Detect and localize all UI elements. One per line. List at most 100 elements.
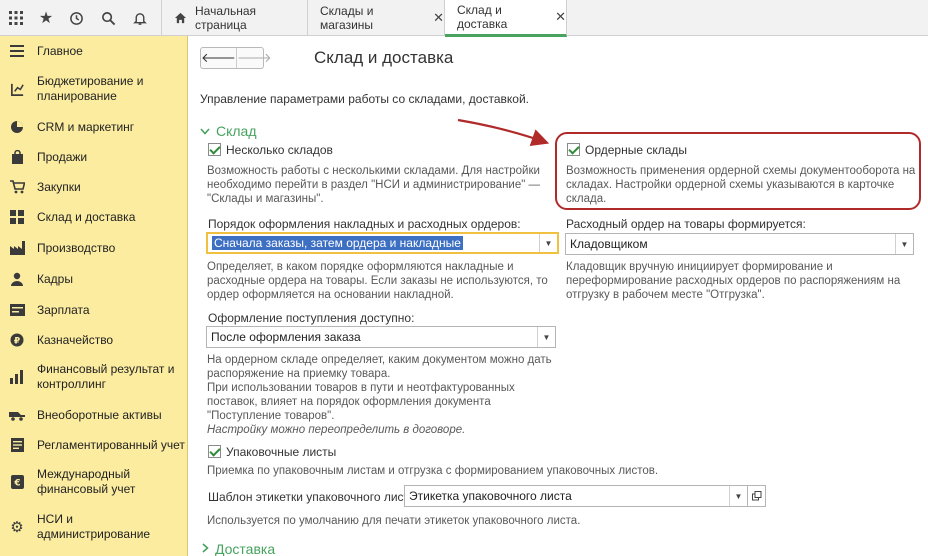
expense-order-hint: Кладовщик вручную инициирует формировани… [566, 261, 901, 301]
factory-icon [9, 240, 25, 256]
packing-lists-hint: Приемка по упаковочным листам и отгрузка… [207, 465, 659, 477]
sidebar-item-label: Производство [37, 240, 116, 255]
svg-text:€: € [13, 479, 20, 489]
tab-label: Склад и доставка [457, 3, 508, 31]
close-icon[interactable]: ✕ [555, 9, 566, 25]
sidebar: Главное Бюджетирование и планирование CR… [0, 36, 188, 556]
sidebar-item-regulated-accounting[interactable]: Регламентированный учет [0, 436, 188, 454]
section-title: Доставка [215, 541, 276, 556]
sidebar-item-label: Зарплата [37, 302, 90, 317]
star-icon[interactable]: ★ [30, 0, 62, 36]
sidebar-item-label: Закупки [37, 179, 81, 194]
budget-icon [9, 81, 25, 97]
coin-icon: ₽ [9, 332, 25, 348]
sidebar-item-crm[interactable]: CRM и маркетинг [0, 118, 188, 136]
vehicle-icon [9, 407, 25, 423]
forward-button[interactable]: 🡒 [237, 48, 272, 68]
bell-icon[interactable] [124, 0, 156, 36]
sidebar-item-label: Продажи [37, 149, 88, 164]
chevron-right-icon [202, 542, 209, 556]
bar-chart-icon [9, 369, 25, 385]
doc-order-select[interactable]: Сначала заказы, затем ордера и накладные… [206, 232, 559, 254]
sidebar-item-label: Кадры [37, 271, 73, 286]
pie-chart-icon [9, 119, 25, 135]
top-bar: ★ Начальная страница Склады и магазины ✕… [0, 0, 928, 37]
label-template-value: Этикетка упаковочного листа [409, 489, 572, 503]
page-title: Склад и доставка [314, 48, 454, 67]
tab-warehouse-delivery[interactable]: Склад и доставка ✕ [445, 0, 567, 37]
sidebar-item-label: Склад и доставка [37, 209, 136, 224]
dropdown-arrow-icon[interactable]: ▼ [539, 234, 557, 252]
sidebar-item-purchases[interactable]: Закупки [0, 178, 188, 196]
sidebar-item-label: Внеоборотные активы [37, 407, 162, 422]
receipt-select[interactable]: После оформления заказа ▼ [206, 326, 556, 348]
cart-icon [9, 179, 25, 195]
tab-home[interactable]: Начальная страница [161, 0, 308, 36]
chevron-down-icon [200, 124, 210, 138]
highlight-callout [555, 132, 921, 210]
home-icon [174, 12, 187, 24]
euro-icon: € [9, 474, 25, 490]
sidebar-item-financial-result[interactable]: Финансовый результат и контроллинг [0, 362, 188, 392]
label-template-hint: Используется по умолчанию для печати эти… [207, 515, 581, 527]
svg-text:₽: ₽ [14, 337, 20, 347]
receipt-value: После оформления заказа [211, 330, 361, 344]
shopping-bag-icon [9, 149, 25, 165]
receipt-hint: На ордерном складе определяет, каким док… [207, 354, 552, 436]
receipt-note: Настройку можно переопределить в договор… [207, 424, 466, 436]
sidebar-item-treasury[interactable]: ₽ Казначейство [0, 331, 188, 349]
document-icon [9, 437, 25, 453]
multiple-warehouses-checkbox[interactable] [208, 143, 221, 156]
history-nav: 🡐 🡒 [200, 47, 272, 69]
multiple-warehouses-label: Несколько складов [226, 143, 333, 157]
section-title: Склад [216, 123, 257, 139]
packing-lists-label: Упаковочные листы [226, 445, 337, 459]
sidebar-item-nsi-admin[interactable]: ⚙ НСИ и администрирование [0, 512, 188, 542]
label-template-label: Шаблон этикетки упаковочного листа: [208, 490, 419, 504]
sidebar-item-label: НСИ и администрирование [37, 512, 151, 541]
sidebar-item-main[interactable]: Главное [0, 42, 188, 60]
sidebar-item-label: Регламентированный учет [37, 437, 185, 452]
menu-lines-icon [9, 43, 25, 59]
sidebar-item-budgeting[interactable]: Бюджетирование и планирование [0, 74, 188, 104]
sidebar-item-international-accounting[interactable]: € Международный финансовый учет [0, 467, 188, 497]
expense-order-value: Кладовщиком [570, 237, 648, 251]
sidebar-item-label: Казначейство [37, 332, 114, 347]
close-icon[interactable]: ✕ [433, 10, 444, 26]
doc-order-label: Порядок оформления накладных и расходных… [208, 217, 521, 231]
tab-warehouses-stores[interactable]: Склады и магазины ✕ [308, 0, 445, 36]
dropdown-arrow-icon[interactable]: ▼ [537, 327, 555, 347]
expense-order-select[interactable]: Кладовщиком ▼ [565, 233, 914, 255]
annotation-arrow [457, 118, 550, 146]
person-icon [9, 271, 25, 287]
sidebar-item-label: Международный финансовый учет [37, 467, 136, 496]
open-icon[interactable] [748, 485, 766, 507]
sidebar-item-payroll[interactable]: Зарплата [0, 301, 188, 319]
search-icon[interactable] [92, 0, 124, 36]
section-sklad-header[interactable]: Склад [200, 123, 257, 139]
label-template-select[interactable]: Этикетка упаковочного листа ▼ [404, 485, 748, 507]
dropdown-arrow-icon[interactable]: ▼ [895, 234, 913, 254]
expense-order-label: Расходный ордер на товары формируется: [566, 217, 806, 231]
sidebar-item-sales[interactable]: Продажи [0, 148, 188, 166]
sidebar-item-label: CRM и маркетинг [37, 119, 135, 134]
dropdown-arrow-icon[interactable]: ▼ [729, 486, 747, 506]
packing-lists-checkbox[interactable] [208, 445, 221, 458]
sidebar-item-production[interactable]: Производство [0, 239, 188, 257]
warehouse-grid-icon [9, 209, 25, 225]
section-delivery-header[interactable]: Доставка [202, 541, 275, 556]
apps-grid-icon[interactable] [0, 0, 32, 36]
multiple-warehouses-hint: Возможность работы с несколькими складам… [207, 165, 541, 205]
sidebar-item-label: Финансовый результат и контроллинг [37, 362, 175, 391]
sidebar-item-label: Бюджетирование и планирование [37, 74, 144, 103]
back-button[interactable]: 🡐 [201, 48, 237, 68]
sidebar-item-hr[interactable]: Кадры [0, 270, 188, 288]
payroll-icon [9, 302, 25, 318]
receipt-label: Оформление поступления доступно: [208, 311, 415, 325]
tab-label: Склады и магазины [320, 4, 374, 32]
sidebar-item-label: Главное [37, 43, 83, 58]
sidebar-item-fixed-assets[interactable]: Внеоборотные активы [0, 406, 188, 424]
history-icon[interactable] [60, 0, 92, 36]
page-description: Управление параметрами работы со складам… [200, 92, 529, 106]
sidebar-item-warehouse[interactable]: Склад и доставка [0, 208, 188, 226]
